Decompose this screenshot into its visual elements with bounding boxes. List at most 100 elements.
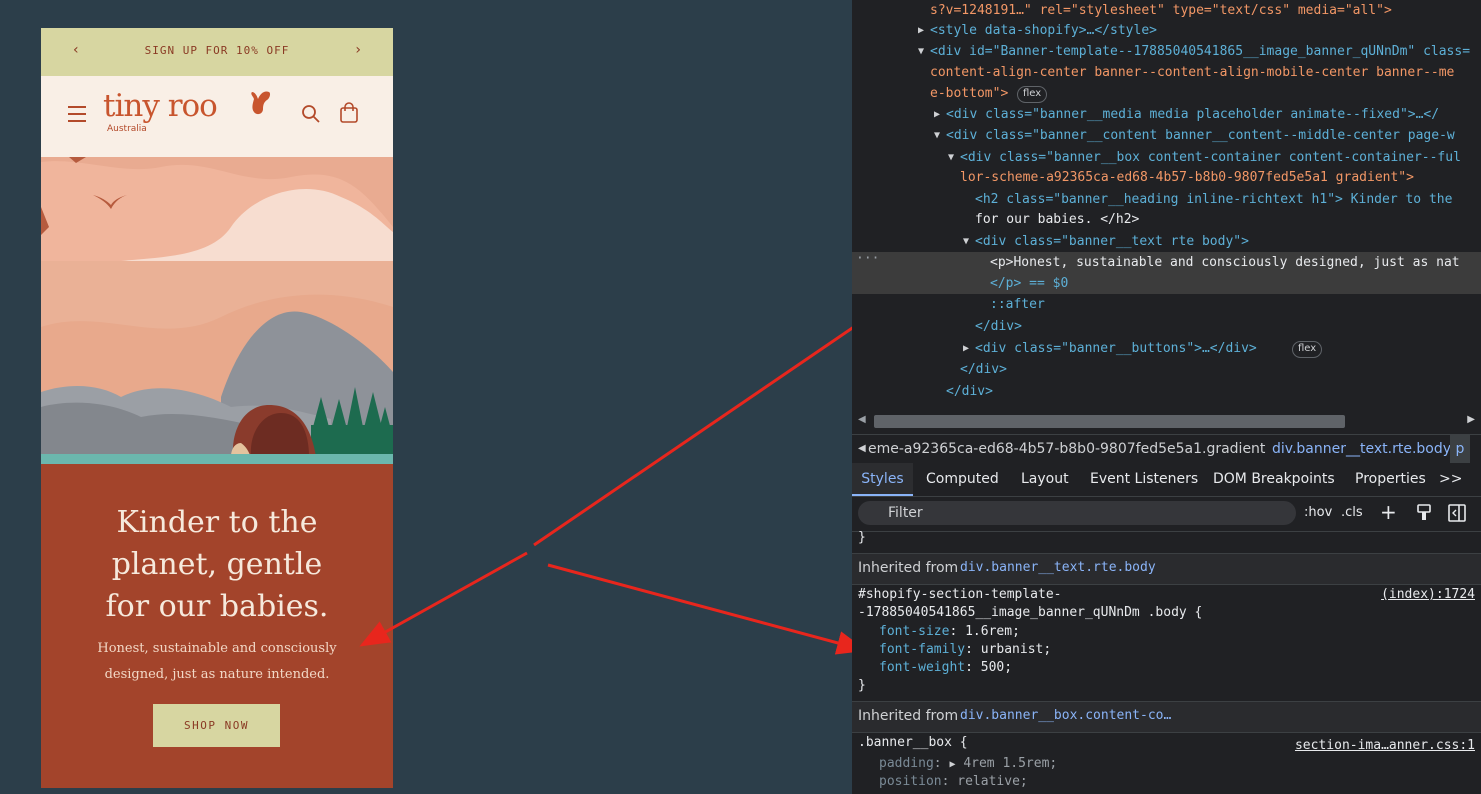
rule-selector[interactable]: -17885040541865__image_banner_qUNnDm .bo… — [858, 605, 1481, 620]
expand-arrow-icon[interactable]: ▶ — [949, 759, 955, 770]
dom-line[interactable]: ▼ <div id="Banner-template--1788504054186… — [852, 41, 1481, 62]
dom-line[interactable]: </div> — [852, 381, 1481, 402]
dom-line[interactable]: ▼ <div class="banner__box content-contain… — [852, 147, 1481, 168]
devtools-panel: s?v=1248191…" rel="stylesheet" type="tex… — [852, 0, 1481, 794]
property-name[interactable]: font-size — [879, 624, 949, 639]
dom-line[interactable]: ▶ <div class="banner__media media placeho… — [852, 104, 1481, 125]
banner-text: Honest, sustainable and consciously desi… — [86, 636, 348, 688]
collapse-arrow-icon[interactable]: ▼ — [918, 41, 924, 62]
add-rule-icon[interactable]: + — [1380, 500, 1397, 524]
css-property[interactable]: font-size: 1.6rem; — [879, 624, 1481, 639]
breadcrumb-item[interactable]: div.banner__text.rte.body — [1272, 435, 1451, 463]
property-name[interactable]: font-family — [879, 642, 965, 657]
expand-arrow-icon[interactable]: ▶ — [918, 20, 924, 41]
property-name[interactable]: padding — [879, 756, 934, 771]
inherited-header: Inherited from div.banner__box.content-c… — [852, 701, 1481, 733]
dom-line-text: </div> — [960, 362, 1007, 377]
property-name[interactable]: position — [879, 774, 942, 789]
dom-line-text: for our babies. </h2> — [975, 212, 1140, 227]
breadcrumb-item-current[interactable]: p — [1450, 435, 1470, 463]
breadcrumb-item[interactable]: eme-a92365ca-ed68-4b57-b8b0-9807fed5e5a1… — [868, 435, 1265, 463]
tab-layout[interactable]: Layout — [1021, 463, 1069, 496]
tab-properties[interactable]: Properties — [1355, 463, 1426, 496]
dom-line[interactable]: lor-scheme-a92365ca-ed68-4b57-b8b0-9807f… — [852, 167, 1481, 188]
search-icon[interactable] — [301, 104, 321, 124]
class-toggle[interactable]: .cls — [1341, 505, 1363, 520]
scroll-left-icon[interactable]: ◀ — [858, 414, 866, 425]
dom-line-text: <h2 class="banner__heading inline-richte… — [975, 192, 1453, 207]
bag-icon[interactable] — [339, 102, 359, 124]
more-options-icon[interactable]: ··· — [856, 248, 879, 269]
horizontal-scrollbar[interactable]: ◀ ▶ — [852, 412, 1481, 430]
annotation-arrow — [547, 563, 867, 655]
announcement-next-button[interactable]: › — [355, 42, 361, 58]
property-value[interactable]: relative; — [957, 774, 1027, 789]
dom-line[interactable]: e-bottom"> flex — [852, 83, 1481, 104]
hover-state-toggle[interactable]: :hov — [1304, 505, 1332, 520]
dom-line[interactable]: content-align-center banner--content-ali… — [852, 62, 1481, 83]
banner-heading: Kinder to the planet, gentle for our bab… — [61, 502, 373, 628]
dom-line-text: <p>Honest, sustainable and consciously d… — [990, 255, 1460, 270]
dom-line[interactable]: <h2 class="banner__heading inline-richte… — [852, 189, 1481, 210]
logo-mark-icon — [251, 91, 271, 115]
tab-dom-breakpoints[interactable]: DOM Breakpoints — [1213, 463, 1335, 496]
inherited-header: Inherited from div.banner__text.rte.body — [852, 553, 1481, 585]
filter-bar: :hov .cls + — [852, 497, 1481, 532]
css-property[interactable]: position: relative; — [879, 774, 1481, 789]
dom-line[interactable]: ▼ <div class="banner__text rte body"> — [852, 231, 1481, 252]
dom-line[interactable]: ::after — [852, 294, 1481, 315]
dom-line-text: <div class="banner__text rte body"> — [975, 234, 1249, 249]
filter-input[interactable] — [858, 501, 1296, 525]
tab-styles[interactable]: Styles — [852, 463, 913, 496]
expand-arrow-icon[interactable]: ▶ — [934, 104, 940, 125]
tab-computed[interactable]: Computed — [926, 463, 999, 496]
dom-line[interactable]: </div> — [852, 359, 1481, 380]
rule-source-link[interactable]: (index):1724 — [1381, 587, 1475, 602]
scrollbar-thumb[interactable] — [874, 415, 1345, 428]
hero-illustration — [41, 157, 393, 464]
dom-line[interactable]: ▼ <div class="banner__content banner__con… — [852, 125, 1481, 146]
flex-badge[interactable]: flex — [1017, 86, 1048, 103]
rule-source-link[interactable]: section-ima…anner.css:1 — [1295, 738, 1475, 753]
breadcrumb-scroll-left-icon[interactable]: ◀ — [858, 435, 866, 463]
property-value[interactable]: 4rem 1.5rem; — [963, 756, 1057, 771]
dom-line[interactable]: </div> — [852, 316, 1481, 337]
scroll-right-icon[interactable]: ▶ — [1467, 414, 1475, 425]
shop-now-button[interactable]: SHOP NOW — [153, 704, 280, 747]
dom-line[interactable]: s?v=1248191…" rel="stylesheet" type="tex… — [852, 0, 1481, 21]
paint-brush-icon[interactable] — [1416, 504, 1432, 522]
logo[interactable]: tiny roo — [103, 88, 218, 124]
property-value[interactable]: 500; — [981, 660, 1012, 675]
css-property[interactable]: font-weight: 500; — [879, 660, 1481, 675]
inherited-link[interactable]: div.banner__text.rte.body — [960, 554, 1156, 582]
dom-line[interactable]: for our babies. </h2> — [852, 209, 1481, 230]
dom-line[interactable]: ▶ <div class="banner__buttons">…</div> fle… — [852, 338, 1481, 359]
tab-event-listeners[interactable]: Event Listeners — [1090, 463, 1198, 496]
rule-close-brace: } — [858, 678, 866, 693]
property-value[interactable]: 1.6rem; — [965, 624, 1020, 639]
expand-arrow-icon[interactable]: ▶ — [963, 338, 969, 359]
dom-line[interactable]: ▶ <style data-shopify>…</style> — [852, 20, 1481, 41]
dom-line-text: </p> == $0 — [990, 276, 1069, 291]
property-value[interactable]: urbanist; — [981, 642, 1051, 657]
more-tabs-icon[interactable]: >> — [1439, 463, 1462, 496]
dom-line-selected[interactable]: ··· <p>Honest, sustainable and conscious… — [852, 251, 1481, 294]
dom-line-text: lor-scheme-a92365ca-ed68-4b57-b8b0-9807f… — [960, 170, 1414, 185]
menu-icon[interactable] — [68, 106, 86, 122]
css-property[interactable]: padding: ▶ 4rem 1.5rem; — [879, 756, 1481, 771]
dom-line-text: <div class="banner__media media placehol… — [946, 107, 1440, 122]
toggle-sidebar-icon[interactable] — [1448, 504, 1466, 522]
collapse-arrow-icon[interactable]: ▼ — [963, 231, 969, 252]
inherited-label: Inherited from — [858, 708, 959, 724]
css-property[interactable]: font-family: urbanist; — [879, 642, 1481, 657]
dom-line-text: ::after — [990, 297, 1045, 312]
announcement-text[interactable]: SIGN UP FOR 10% OFF — [41, 44, 393, 57]
dom-line-text: <style data-shopify>…</style> — [930, 23, 1157, 38]
collapse-arrow-icon[interactable]: ▼ — [934, 125, 940, 146]
banner-text-line: Honest, sustainable and consciously — [97, 641, 337, 656]
announcement-bar: ‹ SIGN UP FOR 10% OFF › — [41, 28, 393, 76]
collapse-arrow-icon[interactable]: ▼ — [948, 147, 954, 168]
flex-badge[interactable]: flex — [1292, 341, 1323, 358]
property-name[interactable]: font-weight — [879, 660, 965, 675]
inherited-link[interactable]: div.banner__box.content-co… — [960, 702, 1171, 730]
